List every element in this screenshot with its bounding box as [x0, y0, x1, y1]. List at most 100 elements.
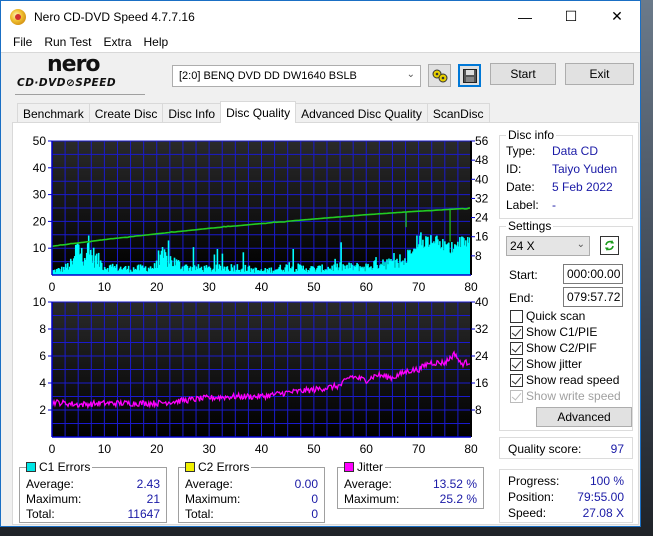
date-label: Date: [506, 180, 535, 194]
y2-tick-label: 8 [475, 403, 482, 417]
maximize-button[interactable]: ☐ [548, 1, 594, 32]
tab-disc-info[interactable]: Disc Info [162, 103, 222, 123]
quick-scan-checkbox[interactable]: Quick scan [510, 309, 585, 323]
chevron-down-icon: ⌄ [576, 239, 585, 250]
y2-tick-label: 40 [475, 295, 489, 309]
x-tick-label: 40 [255, 442, 269, 456]
c2-average-value: 0.00 [294, 477, 318, 491]
logo-main-text: nero [47, 52, 101, 77]
nero-logo: nero CD·DVD⊘SPEED [15, 52, 145, 95]
disc-info-group: Disc info Type: Data CD ID: Taiyo Yuden … [499, 128, 633, 219]
show-c2-pif-label: Show C2/PIF [526, 341, 597, 355]
settings-title: Settings [506, 219, 554, 233]
x-tick-label: 10 [98, 442, 112, 456]
y2-tick-label: 24 [475, 211, 489, 225]
quality-score-group: Quality score: 97 [499, 437, 633, 459]
show-c1-pie-checkbox[interactable]: Show C1/PIE [510, 325, 597, 339]
end-label: End: [509, 291, 534, 305]
jitter-group: Jitter Average: 13.52 % Maximum: 25.2 % [337, 460, 484, 509]
x-tick-label: 20 [150, 442, 164, 456]
y2-tick-label: 32 [475, 322, 489, 336]
exit-button[interactable]: Exit [565, 63, 634, 85]
x-tick-label: 80 [464, 442, 478, 456]
jitter-average-label: Average: [344, 477, 392, 491]
jitter-title: Jitter [357, 460, 384, 474]
c1-average-value: 2.43 [136, 477, 160, 491]
tab-create-disc[interactable]: Create Disc [88, 103, 164, 123]
app-window: Nero CD-DVD Speed 4.7.7.16 — ☐ ✕ File Ru… [0, 0, 641, 527]
y-tick-label: 50 [33, 134, 47, 148]
y-tick-label: 6 [39, 349, 46, 363]
y2-tick-label: 40 [475, 172, 489, 186]
quality-score-label: Quality score: [508, 442, 582, 456]
gears-icon [432, 69, 447, 82]
progress-value: 100 % [589, 474, 624, 488]
floppy-disk-icon [462, 68, 477, 83]
show-jitter-checkbox[interactable]: Show jitter [510, 357, 582, 371]
y-tick-label: 40 [33, 161, 47, 175]
save-button[interactable] [458, 64, 481, 87]
id-value: Taiyo Yuden [552, 162, 618, 176]
advanced-button[interactable]: Advanced [536, 407, 632, 427]
title-bar: Nero CD-DVD Speed 4.7.7.16 — ☐ ✕ [1, 1, 640, 32]
y2-tick-label: 16 [475, 376, 489, 390]
c2-total-label: Total: [185, 507, 214, 521]
settings-group: Settings 24 X ⌄ Start: 000:00.00 End: 07… [499, 219, 633, 431]
label-label: Label: [506, 198, 539, 212]
c1-total-label: Total: [26, 507, 55, 521]
type-label: Type: [506, 144, 536, 158]
show-read-speed-checkbox[interactable]: Show read speed [510, 373, 619, 387]
start-label: Start: [509, 268, 538, 282]
y-tick-label: 10 [33, 295, 47, 309]
jitter-chart: 2468108162432400 10 20 30 40 50 60 70 80 [33, 295, 489, 456]
position-value: 79:55.00 [577, 490, 624, 504]
c1-bar [242, 252, 245, 275]
y2-tick-label: 8 [475, 249, 482, 263]
y2-tick-label: 32 [475, 191, 489, 205]
c2-maximum-label: Maximum: [185, 492, 241, 506]
x-tick-label: 60 [360, 442, 374, 456]
x-tick-label: 50 [307, 442, 321, 456]
y2-tick-label: 56 [475, 134, 489, 148]
tab-disc-quality[interactable]: Disc Quality [220, 101, 297, 123]
refresh-button[interactable] [600, 236, 619, 255]
chevron-down-icon: ⌄ [406, 69, 415, 80]
drive-select[interactable]: [2:0] BENQ DVD DD DW1640 BSLB ⌄ [172, 65, 421, 87]
drive-config-button[interactable] [428, 64, 451, 87]
menu-run-test[interactable]: Run Test [38, 35, 97, 49]
show-write-speed-label: Show write speed [526, 389, 621, 403]
tab-benchmark[interactable]: Benchmark [17, 103, 90, 123]
tab-advanced-disc-quality[interactable]: Advanced Disc Quality [295, 103, 428, 123]
end-input[interactable]: 079:57.72 [563, 287, 623, 307]
quick-scan-label: Quick scan [526, 309, 586, 323]
quality-score-value: 97 [610, 442, 624, 456]
show-c2-pif-checkbox[interactable]: Show C2/PIF [510, 341, 597, 355]
minimize-button[interactable]: — [502, 1, 548, 32]
close-button[interactable]: ✕ [594, 1, 640, 32]
start-input[interactable]: 000:00.00 [563, 264, 623, 284]
speed-label: Speed: [508, 506, 547, 520]
c2-total-value: 0 [311, 507, 318, 521]
y-tick-label: 30 [33, 188, 47, 202]
progress-group: Progress: 100 % Position: 79:55.00 Speed… [499, 469, 633, 523]
c1-errors-group: C1 Errors Average: 2.43 Maximum: 21 Total:… [19, 460, 167, 523]
speed-select[interactable]: 24 X ⌄ [506, 236, 590, 256]
menu-file[interactable]: File [1, 35, 38, 49]
jitter-color-swatch [344, 462, 354, 472]
tab-scandisc[interactable]: ScanDisc [426, 103, 490, 123]
logo-sub-text: CD·DVD⊘SPEED [17, 77, 117, 89]
y2-tick-label: 24 [475, 349, 489, 363]
c2-errors-group: C2 Errors Average: 0.00 Maximum: 0 Total: 0 [178, 460, 325, 523]
y-tick-label: 2 [39, 403, 46, 417]
start-button[interactable]: Start [490, 63, 556, 85]
menu-bar: File Run Test Extra Help [1, 32, 640, 52]
disc-info-title: Disc info [506, 128, 557, 142]
date-value: 5 Feb 2022 [552, 180, 613, 194]
speed-value: 27.08 X [582, 506, 624, 520]
show-write-speed-checkbox: Show write speed [510, 389, 621, 403]
menu-extra[interactable]: Extra [97, 35, 137, 49]
c2-average-label: Average: [185, 477, 233, 491]
jitter-maximum-label: Maximum: [344, 492, 400, 506]
menu-help[interactable]: Help [138, 35, 175, 49]
x-tick-label: 0 [49, 442, 56, 456]
